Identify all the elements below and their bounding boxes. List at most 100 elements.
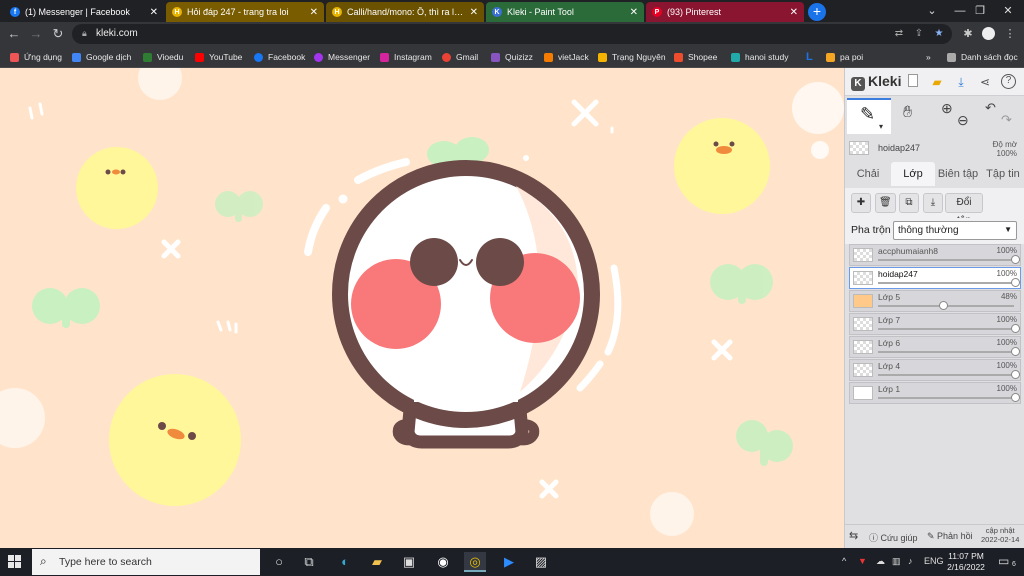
layer-item[interactable]: Lớp 4 100%	[849, 359, 1021, 381]
tab-brush[interactable]: Chải	[847, 162, 889, 186]
store-icon[interactable]: ▣	[398, 552, 420, 572]
bookmark-youtube[interactable]: YouTube	[195, 50, 242, 64]
tab-file[interactable]: Tập tin	[981, 162, 1024, 186]
translate-icon[interactable]: ⇄	[892, 27, 906, 41]
close-icon[interactable]: ✕	[790, 7, 798, 18]
bookmark-vietjack[interactable]: vietJack	[544, 50, 589, 64]
omnibox[interactable]: 🔒︎ kleki.com ⇄ ⇪ ★	[72, 24, 952, 44]
kleki-logo[interactable]: K Kleki	[851, 73, 901, 91]
close-icon[interactable]: ✕	[150, 7, 158, 18]
layer-opacity-slider[interactable]	[878, 397, 1014, 399]
add-layer-button[interactable]: ✚	[851, 193, 871, 213]
swap-icon[interactable]: ⇆	[849, 529, 858, 542]
file-explorer-icon[interactable]: ▰	[366, 552, 388, 572]
antivirus-icon[interactable]: ▼	[858, 556, 867, 566]
restore-button[interactable]: ❐	[966, 2, 994, 20]
messenger-app-icon[interactable]: ◉	[432, 552, 454, 572]
bookmark-messenger[interactable]: Messenger	[314, 50, 370, 64]
tab-calli[interactable]: H Calli/hand/mono: Ồ, thì ra là thế ✕	[326, 2, 484, 22]
close-icon[interactable]: ✕	[630, 7, 638, 18]
chevron-up-icon[interactable]: ^	[842, 556, 846, 566]
layer-opacity-handle[interactable]	[939, 301, 949, 310]
tab-messenger[interactable]: f (1) Messenger | Facebook ✕	[4, 2, 164, 22]
bookmark-instagram[interactable]: Instagram	[380, 50, 432, 64]
layer-opacity-slider[interactable]	[878, 282, 1014, 284]
rename-layer-button[interactable]: Đổi tên	[945, 193, 983, 226]
layer-opacity-handle[interactable]	[1011, 255, 1020, 264]
help-icon[interactable]: ?	[1001, 74, 1016, 89]
hand-tool-icon[interactable]: ✋︎	[903, 104, 912, 122]
reload-button[interactable]: ↻	[50, 26, 66, 42]
layer-opacity-handle[interactable]	[1011, 393, 1020, 402]
chrome-icon[interactable]: ◎	[464, 552, 486, 572]
chevron-down-icon[interactable]: ⌄	[918, 2, 946, 20]
new-image-icon[interactable]	[905, 74, 921, 90]
merge-layer-button[interactable]: ⤓	[923, 193, 943, 213]
bookmark-facebook[interactable]: Facebook	[254, 50, 305, 64]
zoom-in-icon[interactable]: ⊕	[941, 100, 953, 117]
tab-layers[interactable]: Lớp	[891, 162, 935, 186]
bookmark-shopee[interactable]: Shopee	[674, 50, 717, 64]
tab-edit[interactable]: Biên tập	[935, 162, 981, 186]
zoom-icon[interactable]: ▶	[498, 552, 520, 572]
bookmarks-overflow-button[interactable]: »	[926, 50, 931, 64]
drawing-canvas[interactable]	[0, 68, 844, 548]
cortana-icon[interactable]: ○	[268, 552, 290, 572]
forward-button[interactable]: →	[28, 26, 44, 42]
reading-list-button[interactable]: Danh sách đọc	[947, 50, 1018, 64]
layer-item[interactable]: Lớp 6 100%	[849, 336, 1021, 358]
brush-tool-button[interactable]: ✎ ▾	[847, 98, 891, 134]
feedback-button[interactable]: ✎ Phản hồi	[927, 531, 973, 542]
bookmark-apps[interactable]: Ứng dụng	[10, 50, 62, 64]
system-clock[interactable]: 11:07 PM 2/16/2022	[944, 551, 988, 573]
layer-opacity-handle[interactable]	[1011, 324, 1020, 333]
taskbar-search-box[interactable]: ⌕ Type here to search	[32, 549, 260, 575]
close-icon[interactable]: ✕	[310, 7, 318, 18]
redo-icon[interactable]: ↷	[1001, 112, 1012, 128]
language-indicator[interactable]: ENG	[924, 556, 944, 566]
bookmark-trang-nguyen[interactable]: Trạng Nguyên	[598, 50, 666, 64]
bookmark-google-translate[interactable]: Google dịch	[72, 50, 131, 64]
layer-opacity-slider[interactable]	[878, 259, 1014, 261]
url-text[interactable]: kleki.com	[96, 28, 138, 39]
layer-item[interactable]: Lớp 5 48%	[849, 290, 1021, 312]
close-window-button[interactable]: ✕	[994, 2, 1022, 20]
lock-icon[interactable]: 🔒︎	[82, 28, 92, 40]
share-icon[interactable]: ⋖	[977, 74, 993, 90]
menu-icon[interactable]: ⋮	[1002, 26, 1018, 42]
layer-opacity-handle[interactable]	[1011, 347, 1020, 356]
layer-opacity-slider[interactable]	[878, 374, 1014, 376]
help-button[interactable]: ⓘ Cứu giúp	[869, 531, 918, 544]
bookmark-pa-poi[interactable]: pa poi	[826, 50, 863, 64]
close-icon[interactable]: ✕	[470, 7, 478, 18]
tab-hoidap[interactable]: H Hỏi đáp 247 - trang tra loi ✕	[166, 2, 324, 22]
zoom-out-icon[interactable]: ⊖	[957, 112, 969, 129]
delete-layer-button[interactable]: 🗑︎	[875, 193, 896, 213]
avatar[interactable]	[980, 26, 996, 42]
tab-pinterest[interactable]: P (93) Pinterest ✕	[646, 2, 804, 22]
extensions-icon[interactable]: ✱	[960, 26, 976, 42]
notification-icon[interactable]: ▭	[998, 554, 1009, 568]
bookmark-vioedu[interactable]: Vioedu	[143, 50, 183, 64]
layer-opacity-handle[interactable]	[1011, 278, 1020, 287]
layer-opacity-slider[interactable]	[878, 328, 1014, 330]
network-icon[interactable]: ▥	[892, 556, 901, 567]
bookmark-l[interactable]: L	[806, 50, 813, 64]
cloud-icon[interactable]: ☁︎	[876, 556, 885, 567]
volume-icon[interactable]: ♪	[908, 556, 913, 566]
layer-item[interactable]: hoidap247 100%	[849, 267, 1021, 289]
layer-item[interactable]: Lớp 7 100%	[849, 313, 1021, 335]
bookmark-hanoi-study[interactable]: hanoi study	[731, 50, 788, 64]
new-tab-button[interactable]: +	[808, 3, 826, 21]
update-info[interactable]: cập nhật 2022-02-14	[981, 526, 1019, 544]
share-icon[interactable]: ⇪	[912, 27, 926, 41]
layer-opacity-handle[interactable]	[1011, 370, 1020, 379]
blend-mode-select[interactable]: thông thường ▼	[893, 221, 1017, 240]
windows-start-button[interactable]	[8, 555, 22, 569]
edge-icon[interactable]: ◐	[334, 552, 356, 572]
undo-icon[interactable]: ↶	[985, 100, 996, 116]
bookmark-quizizz[interactable]: Quizizz	[491, 50, 533, 64]
layer-item[interactable]: Lớp 1 100%	[849, 382, 1021, 404]
layer-opacity-slider[interactable]	[878, 351, 1014, 353]
photos-icon[interactable]: ▨	[530, 552, 552, 572]
